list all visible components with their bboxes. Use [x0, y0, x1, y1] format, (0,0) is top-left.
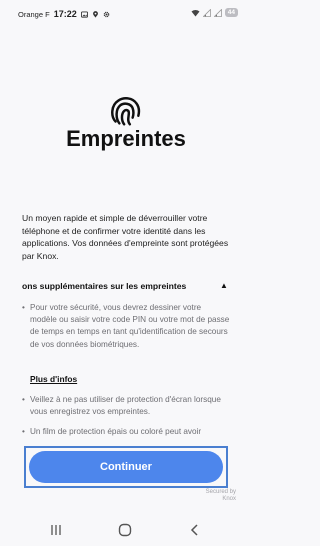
security-section-header[interactable]: ons supplémentaires sur les empreintes ▲	[0, 278, 252, 296]
bullet-text: Pour votre sécurité, vous devrez dessine…	[30, 303, 230, 349]
signal-icon-2	[213, 8, 222, 17]
bullet-dot: •	[22, 427, 25, 436]
list-item: • Un film de protection épais ou coloré …	[22, 426, 230, 438]
bullet-dot: •	[22, 395, 25, 404]
bullet-text: Un film de protection épais ou coloré pe…	[30, 427, 202, 436]
security-section-title: ons supplémentaires sur les empreintes	[22, 281, 187, 291]
signal-icon	[202, 8, 211, 17]
bullet-text: Veillez à ne pas utiliser de protection …	[30, 395, 221, 417]
description-text: Un moyen rapide et simple de déverrouill…	[22, 213, 229, 261]
wifi-icon	[191, 9, 200, 16]
status-left: Orange F 17:22	[18, 9, 110, 19]
back-icon[interactable]	[187, 522, 203, 538]
knox-badge: Secured by Knox	[206, 489, 236, 503]
knox-badge-line1: Secured by	[205, 489, 236, 495]
continue-button-focus-ring: Continuer	[24, 446, 228, 488]
image-icon	[80, 10, 88, 18]
page-title: Empreintes	[66, 126, 186, 151]
navigation-bar	[0, 514, 252, 546]
fingerprint-icon	[111, 97, 141, 126]
bullet-dot: •	[22, 303, 25, 312]
settings-icon	[103, 11, 110, 17]
battery-indicator: 44	[224, 8, 238, 17]
list-item: • Pour votre sécurité, vous devrez dessi…	[22, 302, 230, 351]
location-icon	[92, 10, 98, 18]
list-item: • Veillez à ne pas utiliser de protectio…	[22, 394, 230, 418]
info-scroll-area[interactable]: ons supplémentaires sur les empreintes ▲…	[0, 278, 252, 446]
continue-button[interactable]: Continuer	[29, 451, 223, 483]
knox-badge-line2: Knox	[222, 496, 236, 502]
home-icon[interactable]	[117, 522, 133, 538]
collapse-arrow-icon[interactable]: ▲	[220, 281, 228, 290]
recent-apps-icon[interactable]	[48, 522, 64, 538]
more-info-link[interactable]: Plus d'infos	[30, 374, 77, 384]
carrier-label: Orange F	[18, 9, 50, 19]
status-bar: Orange F 17:22 44	[0, 0, 252, 26]
status-right: 44	[191, 8, 238, 17]
clock: 17:22	[53, 9, 77, 19]
